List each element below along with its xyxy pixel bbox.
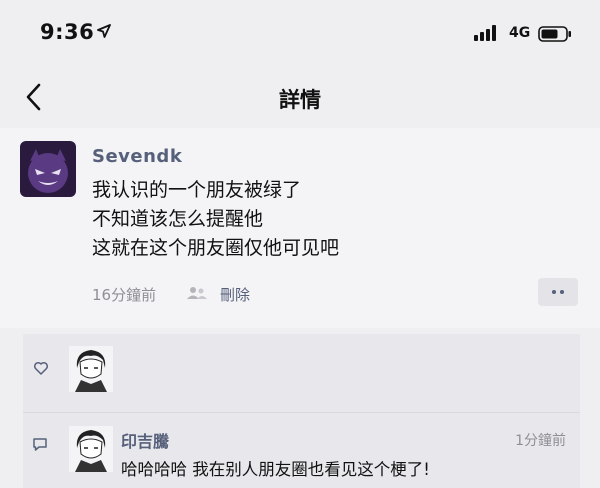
post-line: 不知道该怎么提醒他 bbox=[92, 208, 264, 230]
location-arrow-icon bbox=[97, 24, 111, 38]
network-type: 4G bbox=[509, 25, 531, 41]
commenter-name[interactable]: 印吉騰 bbox=[121, 428, 169, 452]
status-bar: 9:36 4G bbox=[0, 0, 600, 66]
moment-post: Sevendk 我认识的一个朋友被绿了 不知道该怎么提醒他 这就在这个朋友圈仅他… bbox=[0, 128, 600, 328]
comment-bubble-icon bbox=[33, 438, 47, 451]
battery-icon bbox=[538, 26, 571, 42]
status-time: 9:36 bbox=[40, 20, 95, 44]
friends-icon bbox=[187, 287, 207, 299]
post-time: 16分鐘前 bbox=[92, 286, 157, 304]
dot-icon bbox=[560, 290, 564, 294]
likes-row bbox=[23, 334, 580, 410]
heart-icon bbox=[33, 361, 49, 375]
author-name[interactable]: Sevendk bbox=[92, 146, 182, 167]
divider bbox=[23, 412, 580, 413]
post-line: 这就在这个朋友圈仅他可见吧 bbox=[92, 237, 340, 259]
comment-item[interactable]: 印吉騰 1分鐘前 哈哈哈哈 我在别人朋友圈也看见这个梗了! bbox=[23, 414, 580, 488]
liker-avatar[interactable] bbox=[69, 346, 113, 392]
more-options-button[interactable] bbox=[538, 278, 578, 306]
comment-time: 1分鐘前 bbox=[515, 433, 566, 449]
interactions-panel: 印吉騰 1分鐘前 哈哈哈哈 我在别人朋友圈也看见这个梗了! bbox=[23, 334, 580, 488]
page-title: 詳情 bbox=[279, 88, 321, 112]
comment-text: 哈哈哈哈 我在别人朋友圈也看见这个梗了! bbox=[121, 460, 430, 479]
delete-button[interactable]: 刪除 bbox=[220, 284, 250, 305]
author-avatar[interactable] bbox=[20, 141, 76, 197]
dot-icon bbox=[552, 290, 556, 294]
signal-icon bbox=[474, 25, 496, 41]
commenter-avatar[interactable] bbox=[69, 426, 113, 472]
post-line: 我认识的一个朋友被绿了 bbox=[92, 179, 302, 201]
nav-bar: 詳情 bbox=[0, 66, 600, 128]
post-text: 我认识的一个朋友被绿了 不知道该怎么提醒他 这就在这个朋友圈仅他可见吧 bbox=[92, 176, 339, 263]
